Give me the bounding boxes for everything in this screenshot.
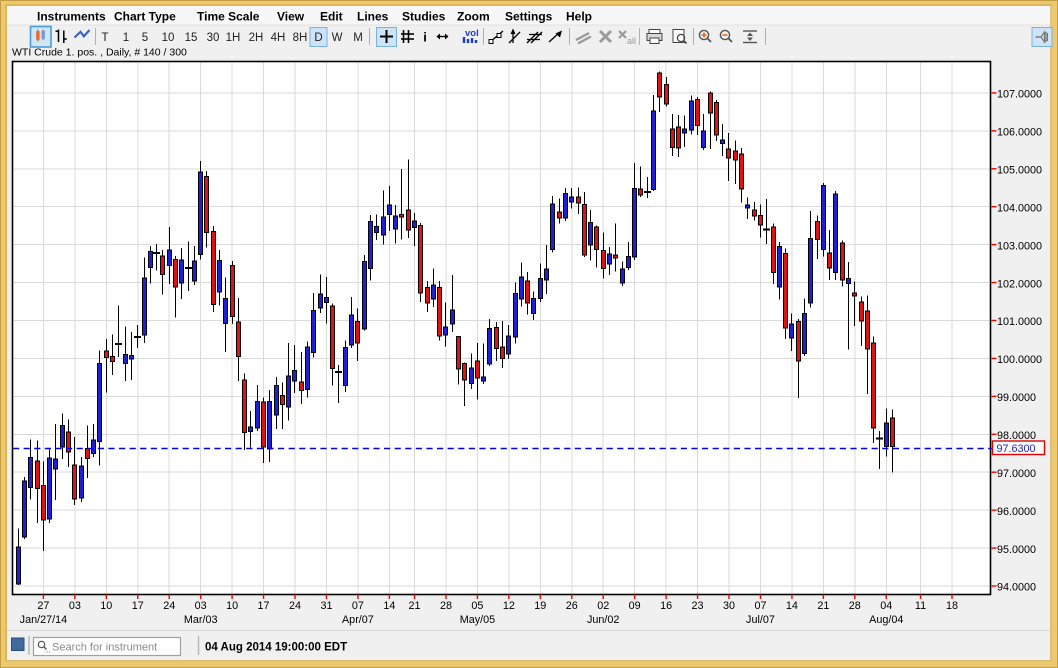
svg-text:Edit: Edit [320, 10, 343, 24]
svg-text:...: ... [44, 646, 51, 655]
svg-text:11: 11 [915, 600, 926, 612]
svg-text:14: 14 [786, 600, 798, 612]
svg-text:W: W [332, 32, 343, 44]
svg-text:Time Scale: Time Scale [197, 10, 260, 24]
svg-text:105.0000: 105.0000 [997, 164, 1042, 176]
svg-text:17: 17 [132, 600, 144, 612]
svg-text:D: D [314, 32, 322, 44]
svg-text:100.0000: 100.0000 [997, 354, 1042, 366]
svg-text:23: 23 [692, 600, 704, 612]
svg-text:10: 10 [100, 600, 112, 612]
svg-text:all: all [627, 36, 636, 46]
svg-text:03: 03 [195, 600, 207, 612]
svg-text:16: 16 [660, 600, 672, 612]
svg-text:T: T [101, 32, 108, 44]
svg-text:Jan/27/14: Jan/27/14 [20, 614, 67, 626]
svg-text:99.0000: 99.0000 [997, 392, 1036, 404]
svg-text:03: 03 [69, 600, 81, 612]
svg-text:106.0000: 106.0000 [997, 127, 1042, 139]
svg-text:31: 31 [320, 600, 332, 612]
svg-text:28: 28 [440, 600, 452, 612]
svg-text:07: 07 [754, 600, 766, 612]
svg-text:1H: 1H [226, 32, 241, 44]
svg-text:19: 19 [534, 600, 546, 612]
svg-text:07: 07 [352, 600, 364, 612]
svg-text:30: 30 [207, 32, 220, 44]
svg-text:vol: vol [465, 28, 479, 39]
svg-text:Zoom: Zoom [457, 10, 490, 24]
svg-text:Lines: Lines [357, 10, 389, 24]
svg-text:21: 21 [409, 600, 421, 612]
svg-text:30: 30 [723, 600, 735, 612]
svg-text:Help: Help [566, 10, 592, 24]
svg-text:15: 15 [185, 32, 198, 44]
svg-text:10: 10 [226, 600, 238, 612]
svg-text:27: 27 [37, 600, 49, 612]
svg-text:18: 18 [946, 600, 958, 612]
svg-text:24: 24 [289, 600, 301, 612]
svg-text:12: 12 [503, 600, 515, 612]
svg-text:24: 24 [163, 600, 175, 612]
svg-text:Mar/03: Mar/03 [184, 614, 218, 626]
svg-text:Chart Type: Chart Type [114, 10, 176, 24]
svg-text:Instruments: Instruments [37, 10, 106, 24]
svg-text:04 Aug 2014 19:00:00 EDT: 04 Aug 2014 19:00:00 EDT [205, 642, 347, 654]
svg-text:17: 17 [258, 600, 270, 612]
svg-text:Studies: Studies [402, 10, 446, 24]
svg-text:94.0000: 94.0000 [997, 582, 1036, 594]
svg-text:101.0000: 101.0000 [997, 316, 1042, 328]
svg-text:i: i [423, 30, 427, 45]
svg-text:10: 10 [162, 32, 175, 44]
svg-text:WTI Crude 1. pos. , Daily, # 1: WTI Crude 1. pos. , Daily, # 140 / 300 [12, 47, 187, 59]
svg-text:103.0000: 103.0000 [997, 240, 1042, 252]
svg-text:98.0000: 98.0000 [997, 430, 1036, 442]
svg-text:04: 04 [880, 600, 892, 612]
svg-text:26: 26 [566, 600, 578, 612]
svg-text:21: 21 [817, 600, 829, 612]
svg-text:104.0000: 104.0000 [997, 202, 1042, 214]
svg-text:28: 28 [849, 600, 861, 612]
svg-text:M: M [353, 32, 363, 44]
svg-text:05: 05 [471, 600, 483, 612]
svg-text:Jul/07: Jul/07 [746, 614, 775, 626]
svg-text:97.0000: 97.0000 [997, 468, 1036, 480]
svg-text:8H: 8H [293, 32, 308, 44]
svg-text:Search for instrument: Search for instrument [52, 642, 157, 654]
svg-text:96.0000: 96.0000 [997, 506, 1036, 518]
svg-text:May/05: May/05 [460, 614, 495, 626]
svg-text:View: View [277, 10, 305, 24]
svg-text:02: 02 [597, 600, 609, 612]
svg-text:102.0000: 102.0000 [997, 278, 1042, 290]
svg-text:Aug/04: Aug/04 [869, 614, 903, 626]
svg-text:1: 1 [123, 32, 129, 44]
svg-text:14: 14 [383, 600, 395, 612]
svg-text:4H: 4H [271, 32, 286, 44]
svg-text:Apr/07: Apr/07 [342, 614, 374, 626]
svg-text:97.6300: 97.6300 [997, 443, 1036, 455]
svg-text:95.0000: 95.0000 [997, 544, 1036, 556]
svg-text:Settings: Settings [505, 10, 553, 24]
svg-text:2H: 2H [249, 32, 264, 44]
svg-text:107.0000: 107.0000 [997, 89, 1042, 101]
svg-text:5: 5 [142, 32, 148, 44]
svg-text:Jun/02: Jun/02 [587, 614, 619, 626]
svg-text:09: 09 [629, 600, 641, 612]
